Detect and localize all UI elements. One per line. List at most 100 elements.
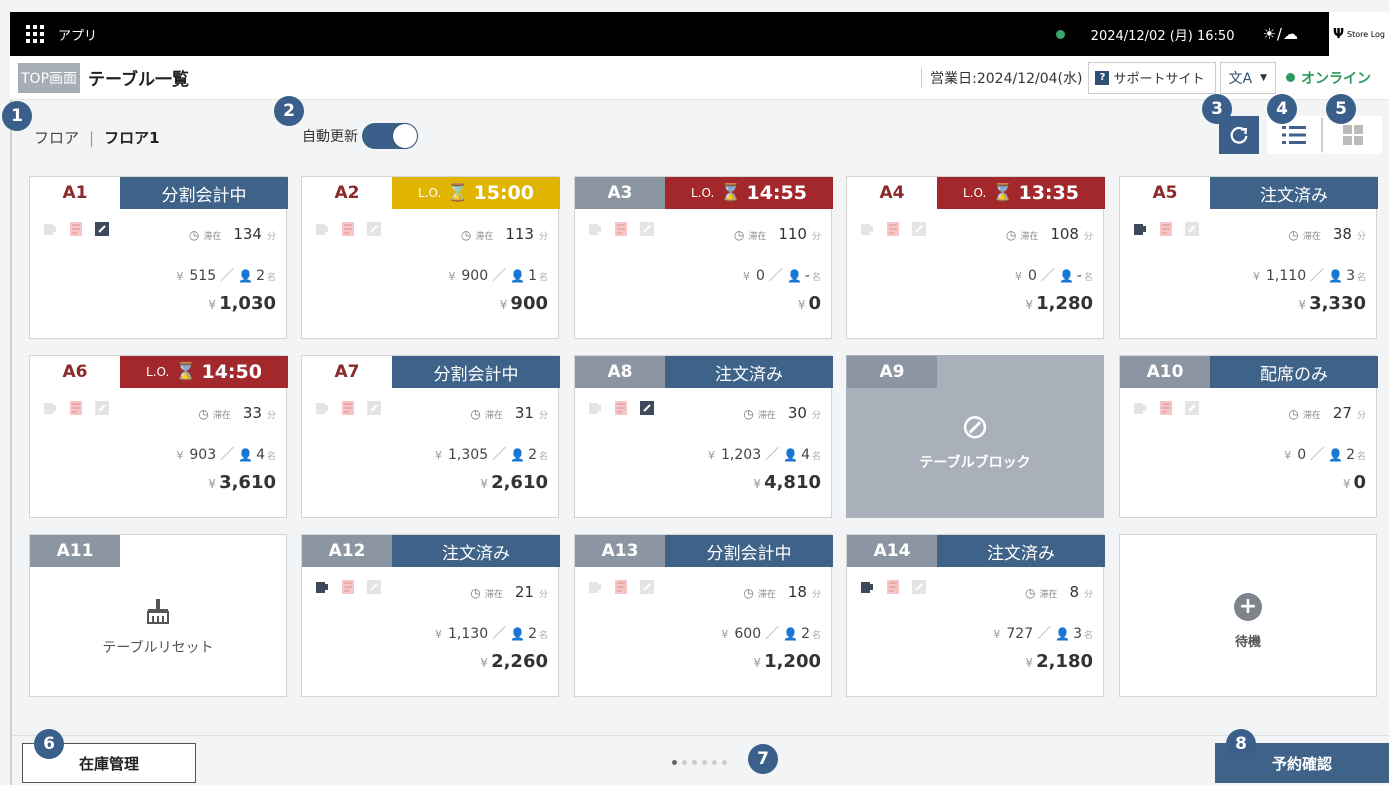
table-name: A3 — [575, 177, 665, 209]
waiting-card[interactable]: + 待機 — [1119, 534, 1377, 697]
person-icon: 👤 — [1328, 448, 1344, 462]
app-menu-label[interactable]: アプリ — [58, 25, 97, 44]
table-name: A5 — [1152, 183, 1178, 203]
memo-icon — [367, 580, 381, 594]
table-card-a2[interactable]: A2 L.O. ⌛ 15:00 ◷ 滞在 113 分 ¥900 ／ 👤 1 名 ¥900 — [301, 176, 560, 339]
page-title: テーブル一覧 — [88, 70, 189, 90]
unit-price: ¥0 ／ 👤 - 名 — [1015, 268, 1093, 284]
table-card-a9[interactable]: A9 ⊘ テーブルブロック — [846, 355, 1104, 518]
table-name: A1 — [62, 183, 88, 203]
memo-icon — [367, 401, 381, 415]
memo-icon — [1185, 222, 1199, 236]
store-logo: Ψ Store Log — [1329, 12, 1389, 56]
table-name: A13 — [575, 535, 665, 567]
total-amount: ¥0 — [797, 293, 821, 314]
page-header: TOP画面 テーブル一覧 営業日:2024/12/04(水) ? サポートサイト … — [10, 56, 1389, 100]
table-name: A9 — [847, 356, 937, 388]
total-amount: ¥3,610 — [208, 472, 276, 493]
hourglass-icon: ⌛ — [447, 183, 469, 203]
weather-icon: ☀/☁ — [1262, 25, 1299, 43]
table-card-a10[interactable]: A10 配席のみ ◷ 滞在 27 分 ¥0 ／ 👤 2 名 ¥0 — [1119, 355, 1378, 518]
marker-6: 6 — [34, 729, 64, 759]
auto-update-toggle[interactable] — [362, 123, 418, 149]
plus-icon: + — [1234, 593, 1262, 621]
table-card-a14[interactable]: A14 注文済み ◷ 滞在 8 分 ¥727 ／ 👤 3 名 ¥2,180 — [846, 534, 1105, 697]
table-card-a13[interactable]: A13 分割会計中 ◷ 滞在 18 分 ¥600 ／ 👤 2 名 ¥1,200 — [574, 534, 833, 697]
drink-icon — [316, 224, 328, 235]
tile-view-button[interactable] — [1323, 116, 1382, 154]
page-dot[interactable] — [702, 760, 707, 765]
marker-7: 7 — [748, 744, 778, 774]
broom-icon — [147, 599, 169, 624]
page-dot[interactable] — [722, 760, 727, 765]
table-card-a5[interactable]: A5 注文済み ◷ 滞在 38 分 ¥1,110 ／ 👤 3 名 ¥3,330 — [1119, 176, 1378, 339]
page-dot[interactable] — [672, 760, 677, 765]
memo-icon — [912, 580, 926, 594]
online-dot-icon — [1286, 73, 1295, 82]
person-icon: 👤 — [1055, 627, 1071, 641]
unit-price: ¥900 ／ 👤 1 名 — [448, 268, 548, 284]
support-site-button[interactable]: ? サポートサイト — [1088, 61, 1216, 94]
table-name: A12 — [302, 535, 392, 567]
table-card-a1[interactable]: A1 分割会計中 ◷ 滞在 134 分 ¥515 ／ 👤 2 名 ¥1,030 — [29, 176, 288, 339]
unit-price: ¥1,110 ／ 👤 3 名 — [1253, 268, 1366, 284]
drink-icon — [316, 582, 328, 593]
slip-icon — [615, 580, 627, 594]
floor-selector[interactable]: フロア | フロア1 — [34, 127, 160, 148]
marker-5: 5 — [1326, 94, 1356, 124]
total-amount: ¥900 — [499, 293, 548, 314]
clock-icon: ◷ — [470, 407, 481, 421]
drink-icon — [861, 582, 873, 593]
page-dot[interactable] — [692, 760, 697, 765]
person-icon: 👤 — [510, 627, 526, 641]
apps-grid-icon[interactable] — [26, 24, 46, 44]
person-icon: 👤 — [510, 448, 526, 462]
top-screen-button[interactable]: TOP画面 — [18, 62, 81, 93]
top-bar: アプリ 2024/12/02 (月) 16:50 ☀/☁ Ψ Store Log — [10, 12, 1389, 56]
status-badge: 配席のみ — [1210, 356, 1378, 388]
page-indicator[interactable] — [672, 760, 727, 765]
table-card-a7[interactable]: A7 分割会計中 ◷ 滞在 31 分 ¥1,305 ／ 👤 2 名 ¥2,610 — [301, 355, 560, 518]
person-icon: 👤 — [783, 448, 799, 462]
clock-icon: ◷ — [470, 586, 481, 600]
total-amount: ¥2,180 — [1025, 651, 1093, 672]
marker-4: 4 — [1267, 94, 1297, 124]
waiting: + 待機 — [1120, 593, 1376, 650]
status-badge: 注文済み — [1210, 177, 1378, 209]
person-icon: 👤 — [238, 269, 254, 283]
stay-time: ◷ 滞在 108 分 — [1005, 225, 1093, 243]
stay-time: ◷ 滞在 30 分 — [743, 404, 821, 422]
language-select[interactable]: 文A ▼ — [1219, 61, 1276, 94]
memo-icon — [95, 401, 109, 415]
table-card-a11[interactable]: A11 テーブルリセット — [29, 534, 287, 697]
page-dot[interactable] — [712, 760, 717, 765]
drink-icon — [1134, 224, 1146, 235]
total-amount: ¥3,330 — [1298, 293, 1366, 314]
table-card-a6[interactable]: A6 L.O. ⌛ 14:50 ◷ 滞在 33 分 ¥903 ／ 👤 4 名 ¥3,610 — [29, 355, 288, 518]
memo-icon — [1185, 401, 1199, 415]
order-icons — [1132, 400, 1200, 416]
memo-icon — [912, 222, 926, 236]
drink-icon — [589, 403, 601, 414]
hourglass-icon: ⌛ — [992, 183, 1014, 203]
clock-icon: ◷ — [1024, 586, 1036, 600]
floor-name[interactable]: フロア1 — [104, 127, 159, 148]
clock-icon: ◷ — [1288, 407, 1299, 421]
page-dot[interactable] — [682, 760, 687, 765]
left-edge — [10, 100, 12, 785]
table-card-a4[interactable]: A4 L.O. ⌛ 13:35 ◷ 滞在 108 分 ¥0 ／ 👤 - 名 ¥1,280 — [846, 176, 1105, 339]
stay-time: ◷ 滞在 110 分 — [733, 225, 821, 243]
clock-icon: ◷ — [1005, 228, 1017, 242]
table-card-a12[interactable]: A12 注文済み ◷ 滞在 21 分 ¥1,130 ／ 👤 2 名 ¥2,260 — [301, 534, 560, 697]
stay-time: ◷ 滞在 113 分 — [460, 225, 548, 243]
business-day: 営業日:2024/12/04(水) — [921, 67, 1082, 88]
table-reset: テーブルリセット — [30, 597, 286, 657]
drink-icon — [589, 224, 601, 235]
marker-3: 3 — [1202, 94, 1232, 124]
table-card-a8[interactable]: A8 注文済み ◷ 滞在 30 分 ¥1,203 ／ 👤 4 名 ¥4,810 — [574, 355, 833, 518]
stay-time: ◷ 滞在 18 分 — [743, 583, 821, 601]
unit-price: ¥903 ／ 👤 4 名 — [176, 447, 276, 463]
memo-icon — [640, 580, 654, 594]
table-card-a3[interactable]: A3 L.O. ⌛ 14:55 ◷ 滞在 110 分 ¥0 ／ 👤 - 名 ¥0 — [574, 176, 833, 339]
order-icons — [314, 400, 382, 416]
